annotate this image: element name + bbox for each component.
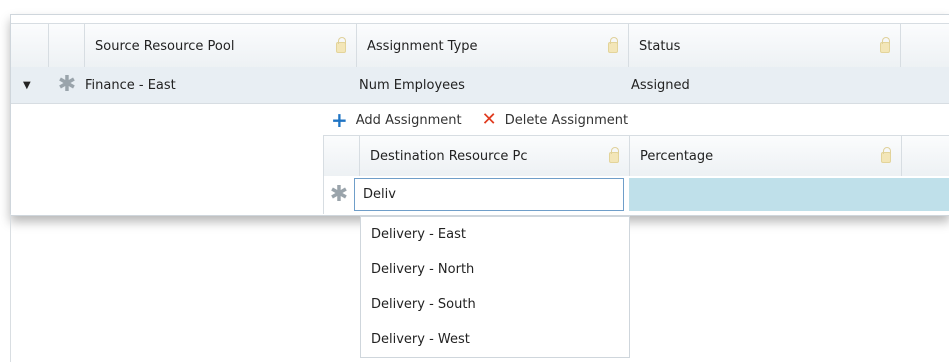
delete-assignment-label: Delete Assignment	[504, 112, 629, 128]
lock-icon[interactable]	[881, 147, 891, 163]
row-icon-cell: ✱	[324, 176, 354, 214]
column-header-label: Source Resource Pool	[95, 38, 235, 54]
cell-text: Num Employees	[359, 77, 465, 93]
delete-assignment-button[interactable]: ✕ Delete Assignment	[462, 111, 628, 129]
table-row[interactable]: ▼ ✱ Finance - East Num Employees Assigne…	[11, 67, 949, 104]
expand-toggle[interactable]: ▼	[23, 67, 47, 103]
page-edge-line	[10, 214, 11, 362]
percentage-cell[interactable]	[629, 178, 949, 211]
cell-text: Finance - East	[85, 77, 176, 93]
option-label: Delivery - West	[371, 332, 470, 347]
header-icon-cell	[49, 24, 85, 68]
subgrid-header: Destination Resource Pc Percentage	[323, 135, 949, 177]
lock-icon[interactable]	[608, 37, 618, 53]
row-icon-cell: ✱	[51, 67, 83, 103]
dropdown-option-delivery-east[interactable]: Delivery - East	[361, 217, 629, 252]
option-label: Delivery - North	[371, 262, 475, 277]
dropdown-option-delivery-west[interactable]: Delivery - West	[361, 322, 629, 357]
option-label: Delivery - East	[371, 227, 466, 242]
cell-source-resource-pool[interactable]: Finance - East	[85, 67, 357, 103]
grid-header: Source Resource Pool Assignment Type Sta…	[11, 23, 949, 69]
dropdown-option-delivery-south[interactable]: Delivery - South	[361, 287, 629, 322]
column-header-destination-resource-pool[interactable]: Destination Resource Pc	[360, 136, 630, 176]
option-label: Delivery - South	[371, 297, 476, 312]
lock-icon[interactable]	[336, 37, 346, 53]
column-header-source-resource-pool[interactable]: Source Resource Pool	[85, 24, 357, 68]
cell-text: Assigned	[631, 77, 690, 93]
cell-status[interactable]: Assigned	[629, 67, 901, 103]
triangle-down-icon: ▼	[23, 79, 31, 91]
assignment-grid: Source Resource Pool Assignment Type Sta…	[10, 14, 949, 216]
plus-icon: +	[331, 108, 348, 132]
autocomplete-dropdown: Delivery - East Delivery - North Deliver…	[360, 216, 630, 358]
subgrid-toolbar: + Add Assignment ✕ Delete Assignment	[331, 110, 628, 130]
destination-pool-input[interactable]	[354, 178, 624, 211]
column-header-label: Percentage	[640, 148, 714, 164]
column-header-label: Destination Resource Pc	[370, 148, 528, 164]
asterisk-icon: ✱	[329, 182, 349, 207]
asterisk-icon: ✱	[57, 72, 77, 97]
lock-icon[interactable]	[609, 147, 619, 163]
subheader-icon-cell	[324, 136, 360, 176]
add-assignment-label: Add Assignment	[355, 112, 462, 128]
add-assignment-button[interactable]: + Add Assignment	[331, 110, 462, 130]
column-header-percentage[interactable]: Percentage	[630, 136, 902, 176]
column-header-assignment-type[interactable]: Assignment Type	[357, 24, 629, 68]
cell-assignment-type[interactable]: Num Employees	[357, 67, 629, 103]
subgrid-edit-row[interactable]: ✱	[323, 176, 949, 214]
column-header-label: Assignment Type	[367, 38, 478, 54]
header-expand-cell	[11, 24, 49, 68]
dropdown-option-delivery-north[interactable]: Delivery - North	[361, 252, 629, 287]
column-header-label: Status	[639, 38, 681, 54]
close-icon: ✕	[481, 109, 497, 130]
column-header-status[interactable]: Status	[629, 24, 901, 68]
lock-icon[interactable]	[880, 37, 890, 53]
